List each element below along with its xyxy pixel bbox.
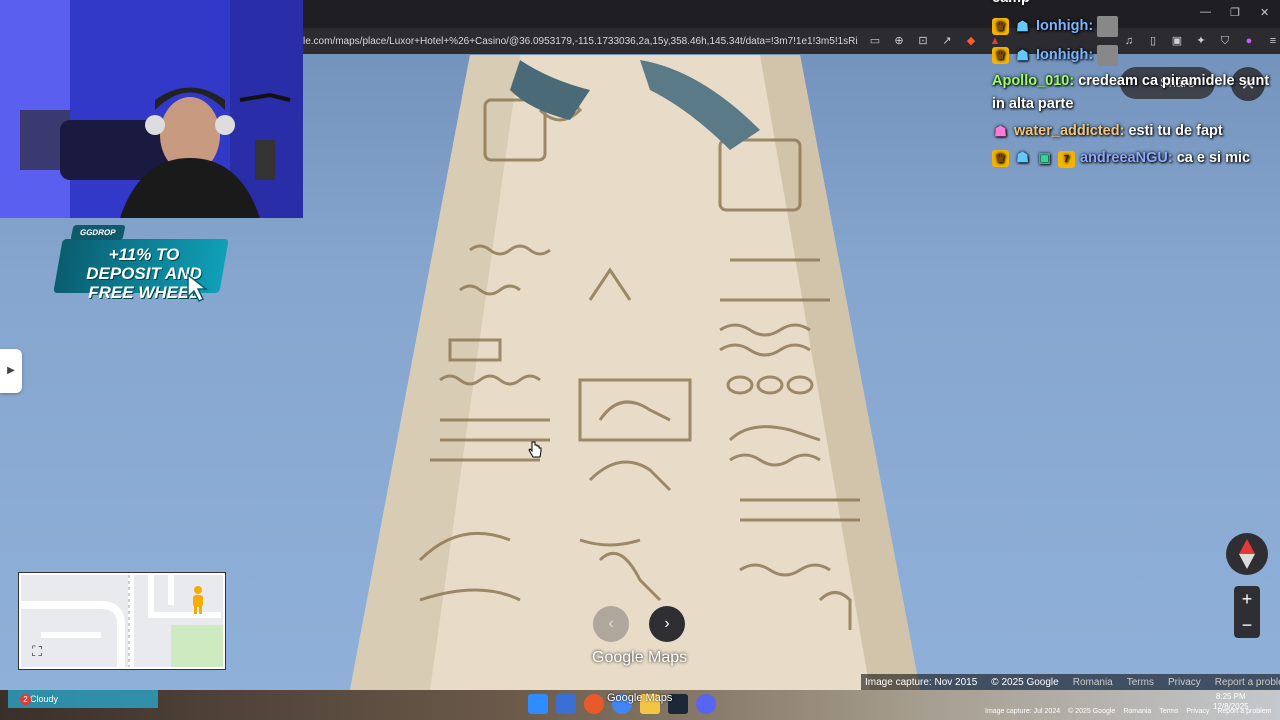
- previous-image-button[interactable]: ‹: [593, 606, 629, 642]
- ghost-icon: ☗: [1016, 18, 1029, 34]
- ggdrop-ad-banner[interactable]: GGDROP +11% TO DEPOSIT AND FREE WHEEL: [53, 223, 229, 303]
- copyright: © 2025 Google: [991, 676, 1059, 688]
- cast-icon[interactable]: ▭: [868, 34, 882, 48]
- chevron-left-icon: ‹: [608, 615, 614, 632]
- streamer-webcam: [0, 0, 303, 218]
- zoom-out-button[interactable]: −: [1234, 612, 1260, 638]
- translate-icon[interactable]: ⊡: [916, 34, 930, 48]
- compass-north-icon: [1239, 539, 1255, 554]
- chat-message: ☗ water_addicted: esti tu de fapt: [992, 120, 1280, 143]
- expand-icon[interactable]: ⛶: [27, 641, 47, 661]
- avatar: [1097, 45, 1119, 66]
- brave-shield-icon[interactable]: ◆: [964, 34, 978, 48]
- ghost-pink-icon: ☗: [994, 123, 1007, 139]
- tray-copyright: © 2025 Google: [1068, 708, 1116, 715]
- chat-username: Apollo_010:: [992, 73, 1075, 89]
- tray-privacy: Privacy: [1186, 708, 1210, 715]
- chat-username: andreeaNGU:: [1080, 150, 1173, 166]
- chat-message: ♛ ☗ ▣ 7 andreeaNGU: ca e si mic: [992, 147, 1280, 170]
- taskbar-active-app-label: Google Maps: [607, 692, 673, 704]
- chevron-right-icon: ›: [664, 615, 670, 632]
- cursor-graphic-icon: [187, 273, 209, 303]
- zoom-icon[interactable]: ⊕: [892, 34, 906, 48]
- ghost-icon: ☗: [1016, 47, 1029, 63]
- chat-text: ca e si mic: [1176, 150, 1251, 166]
- minimap[interactable]: ⛶: [19, 573, 225, 669]
- taskbar-clock[interactable]: 8:25 PM 12/8/2025: [1213, 692, 1249, 712]
- hand-cursor-icon: [528, 441, 542, 458]
- notification-badge: 2: [20, 694, 31, 705]
- crown-icon: ♛: [992, 47, 1009, 64]
- chat-message: ♛ ☗ Ionhigh:: [992, 41, 1280, 70]
- url-text[interactable]: le.com/maps/place/Luxor+Hotel+%26+Casino…: [303, 36, 858, 47]
- ad-brand-logo: GGDROP: [70, 225, 126, 240]
- chat-partial-line: camp: [992, 0, 1030, 6]
- chat-message: Apollo_010: credeam ca piramidele sunt i…: [992, 70, 1280, 116]
- terms-link[interactable]: Terms: [1127, 677, 1154, 688]
- chat-username: Ionhigh:: [1036, 18, 1094, 34]
- pegman-icon[interactable]: [188, 585, 208, 615]
- stream-chat-overlay: ♛ ☗ Ionhigh: ♛ ☗ Ionhigh: Apollo_010: cr…: [992, 12, 1280, 170]
- crown-icon: ♛: [992, 150, 1009, 167]
- zoom-controls: + −: [1234, 586, 1260, 638]
- discord-icon[interactable]: [696, 694, 716, 714]
- clock-time: 8:25 PM: [1215, 692, 1246, 701]
- avatar: [1097, 16, 1119, 37]
- zoom-in-button[interactable]: +: [1234, 586, 1260, 612]
- next-image-button[interactable]: ›: [649, 606, 685, 642]
- chevron-right-icon: ▶: [7, 365, 15, 376]
- compass-button[interactable]: [1226, 533, 1268, 575]
- ghost-icon: ☗: [1016, 149, 1029, 165]
- image-capture-date: Image capture: Nov 2015: [865, 676, 978, 688]
- tray-capture: Image capture: Jul 2024: [985, 708, 1061, 715]
- file-explorer-icon[interactable]: [556, 694, 576, 714]
- sevtv-icon: 7: [1058, 151, 1075, 168]
- maps-attribution-bar: Image capture: Nov 2015 © 2025 Google Ro…: [861, 674, 1280, 690]
- chat-text: esti tu de fapt: [1128, 123, 1223, 139]
- screen: — ❐ ✕ le.com/maps/place/Luxor+Hotel+%26+…: [0, 0, 1280, 720]
- compass-south-icon: [1239, 554, 1255, 569]
- google-maps-logo: Google Maps: [592, 649, 688, 666]
- gift-icon: ▣: [1038, 150, 1051, 165]
- privacy-link[interactable]: Privacy: [1168, 677, 1201, 688]
- tray-terms: Terms: [1159, 708, 1179, 715]
- weather-label: Cloudy: [30, 694, 59, 704]
- chat-username: Ionhigh:: [1036, 47, 1094, 63]
- clock-date: 12/8/2025: [1213, 702, 1249, 711]
- chat-message: ♛ ☗ Ionhigh:: [992, 12, 1280, 41]
- brave-browser-icon[interactable]: [584, 694, 604, 714]
- region-link[interactable]: Romania: [1073, 677, 1113, 688]
- windows-start-icon[interactable]: [528, 694, 548, 714]
- share-page-icon[interactable]: ↗: [940, 34, 954, 48]
- crown-icon: ♛: [992, 18, 1009, 35]
- chat-username: water_addicted:: [1014, 123, 1125, 139]
- side-panel-toggle-button[interactable]: ▶: [0, 349, 22, 393]
- report-problem-link[interactable]: Report a problem: [1215, 677, 1280, 688]
- tray-region: Romania: [1123, 708, 1152, 715]
